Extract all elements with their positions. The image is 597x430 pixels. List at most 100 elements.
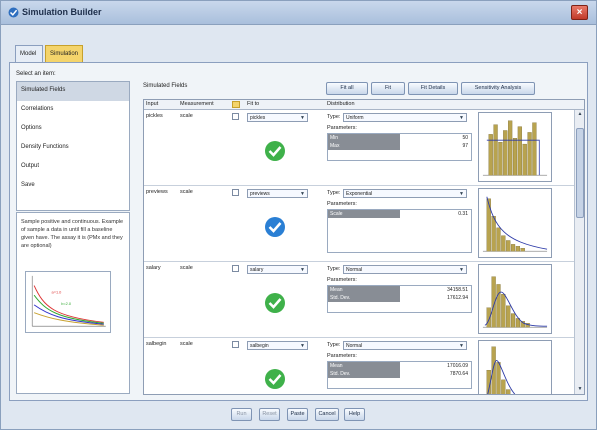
- title-bar: Simulation Builder ×: [1, 1, 596, 25]
- fit-to-select[interactable]: pickles ▼: [247, 113, 308, 122]
- list-item-save[interactable]: Save: [17, 177, 129, 196]
- item-list: Simulated Fields Correlations Options De…: [16, 81, 130, 211]
- paste-button[interactable]: Paste: [287, 408, 308, 421]
- type-label: Type:: [327, 190, 341, 196]
- scroll-up-icon[interactable]: ▲: [576, 111, 584, 118]
- simulated-fields-label: Simulated Fields: [143, 83, 188, 89]
- fit-to-select[interactable]: previews ▼: [247, 189, 308, 198]
- fit-details-button[interactable]: Fit Details: [408, 82, 458, 95]
- fit-status-check-icon: [265, 293, 285, 313]
- param-row: Std. Dev. 17612.94: [328, 294, 468, 302]
- grid-header: Input Measurement Fit to Distribution: [144, 100, 584, 110]
- parameters-table: Mean 34158.51 Std. Dev. 17612.94: [327, 285, 472, 313]
- chevron-down-icon: ▼: [300, 267, 305, 273]
- fit-button[interactable]: Fit: [371, 82, 405, 95]
- parameters-label: Parameters:: [327, 277, 357, 283]
- input-name: pickles: [146, 113, 163, 119]
- cancel-button[interactable]: Cancel: [315, 408, 339, 421]
- scroll-down-icon[interactable]: ▼: [576, 386, 584, 393]
- tab-model[interactable]: Model: [15, 45, 43, 62]
- input-name: salary: [146, 265, 161, 271]
- measurement-value: scale: [180, 341, 193, 347]
- lock-checkbox[interactable]: [232, 113, 239, 120]
- distribution-thumbnail: [478, 340, 552, 394]
- simulation-builder-window: Simulation Builder × Model Simulation Se…: [0, 0, 597, 430]
- chevron-down-icon: ▼: [459, 115, 464, 121]
- measurement-value: scale: [180, 189, 193, 195]
- col-measurement: Measurement: [180, 101, 214, 107]
- distribution-type-select[interactable]: Exponential ▼: [343, 189, 467, 198]
- close-icon[interactable]: ×: [571, 5, 588, 20]
- app-icon: [8, 7, 19, 18]
- distribution-thumbnail: [478, 188, 552, 258]
- chevron-down-icon: ▼: [459, 191, 464, 197]
- density-preview-chart: a=1.0 b=2.0: [25, 271, 111, 333]
- type-label: Type:: [327, 114, 341, 120]
- parameters-table: Min 50 Max 97: [327, 133, 472, 161]
- param-row: Min 50: [328, 134, 468, 142]
- table-row-salbegin[interactable]: salbegin scale salbegin ▼ Type: Normal ▼ P…: [144, 338, 576, 394]
- reset-button[interactable]: Reset: [259, 408, 280, 421]
- tab-simulation[interactable]: Simulation: [45, 45, 83, 62]
- warning-icon: [232, 101, 240, 108]
- col-distribution: Distribution: [327, 101, 355, 107]
- simulated-fields-grid: Input Measurement Fit to Distribution pi…: [143, 99, 585, 395]
- list-item-simulated-fields[interactable]: Simulated Fields: [17, 82, 129, 101]
- list-item-output[interactable]: Output: [17, 158, 129, 177]
- param-row: Mean 17016.09: [328, 362, 468, 370]
- fit-all-button[interactable]: Fit all: [326, 82, 368, 95]
- distribution-thumbnail: [478, 264, 552, 334]
- param-row: Std. Dev. 7870.64: [328, 370, 468, 378]
- fit-to-select[interactable]: salbegin ▼: [247, 341, 308, 350]
- measurement-value: scale: [180, 113, 193, 119]
- fit-to-select[interactable]: salary ▼: [247, 265, 308, 274]
- distribution-type-select[interactable]: Normal ▼: [343, 265, 467, 274]
- svg-text:a=1.0: a=1.0: [52, 289, 62, 294]
- chevron-down-icon: ▼: [300, 191, 305, 197]
- run-button[interactable]: Run: [231, 408, 252, 421]
- fit-status-check-icon: [265, 141, 285, 161]
- param-row: Max 97: [328, 142, 468, 150]
- distribution-type-select[interactable]: Normal ▼: [343, 341, 467, 350]
- table-row-salary[interactable]: salary scale salary ▼ Type: Normal ▼ Param…: [144, 262, 576, 338]
- select-item-label: Select an item:: [16, 71, 56, 77]
- col-input: Input: [146, 101, 159, 107]
- table-row-previews[interactable]: previews scale previews ▼ Type: Exponenti…: [144, 186, 576, 262]
- input-name: previews: [146, 189, 168, 195]
- list-item-correlations[interactable]: Correlations: [17, 101, 129, 120]
- help-button[interactable]: Help: [344, 408, 365, 421]
- table-row-pickles[interactable]: pickles scale pickles ▼ Type: Uniform ▼ Pa…: [144, 110, 576, 186]
- param-row: Scale 0.31: [328, 210, 468, 218]
- chevron-down-icon: ▼: [459, 343, 464, 349]
- parameters-label: Parameters:: [327, 353, 357, 359]
- svg-text:b=2.0: b=2.0: [61, 301, 71, 306]
- scroll-thumb[interactable]: [576, 128, 584, 218]
- parameters-label: Parameters:: [327, 201, 357, 207]
- chevron-down-icon: ▼: [459, 267, 464, 273]
- description-box: Sample positive and continuous. Example …: [16, 212, 130, 394]
- list-item-options[interactable]: Options: [17, 120, 129, 139]
- param-row: Mean 34158.51: [328, 286, 468, 294]
- parameters-table: Scale 0.31: [327, 209, 472, 253]
- lock-checkbox[interactable]: [232, 265, 239, 272]
- type-label: Type:: [327, 342, 341, 348]
- type-label: Type:: [327, 266, 341, 272]
- window-title: Simulation Builder: [22, 7, 102, 17]
- col-fit-to: Fit to: [247, 101, 260, 107]
- vertical-scrollbar[interactable]: ▲ ▼: [574, 110, 584, 394]
- simulation-panel: Select an item: Simulated Fields Correla…: [9, 62, 588, 401]
- lock-checkbox[interactable]: [232, 341, 239, 348]
- parameters-table: Mean 17016.09 Std. Dev. 7870.64: [327, 361, 472, 389]
- chevron-down-icon: ▼: [300, 343, 305, 349]
- parameters-label: Parameters:: [327, 125, 357, 131]
- description-text: Sample positive and continuous. Example …: [21, 219, 124, 249]
- chevron-down-icon: ▼: [300, 115, 305, 121]
- distribution-type-select[interactable]: Uniform ▼: [343, 113, 467, 122]
- measurement-value: scale: [180, 265, 193, 271]
- sensitivity-analysis-button[interactable]: Sensitivity Analysis: [461, 82, 535, 95]
- distribution-thumbnail: [478, 112, 552, 182]
- list-item-density-functions[interactable]: Density Functions: [17, 139, 129, 158]
- input-name: salbegin: [146, 341, 167, 347]
- lock-checkbox[interactable]: [232, 189, 239, 196]
- fit-status-check-icon: [265, 369, 285, 389]
